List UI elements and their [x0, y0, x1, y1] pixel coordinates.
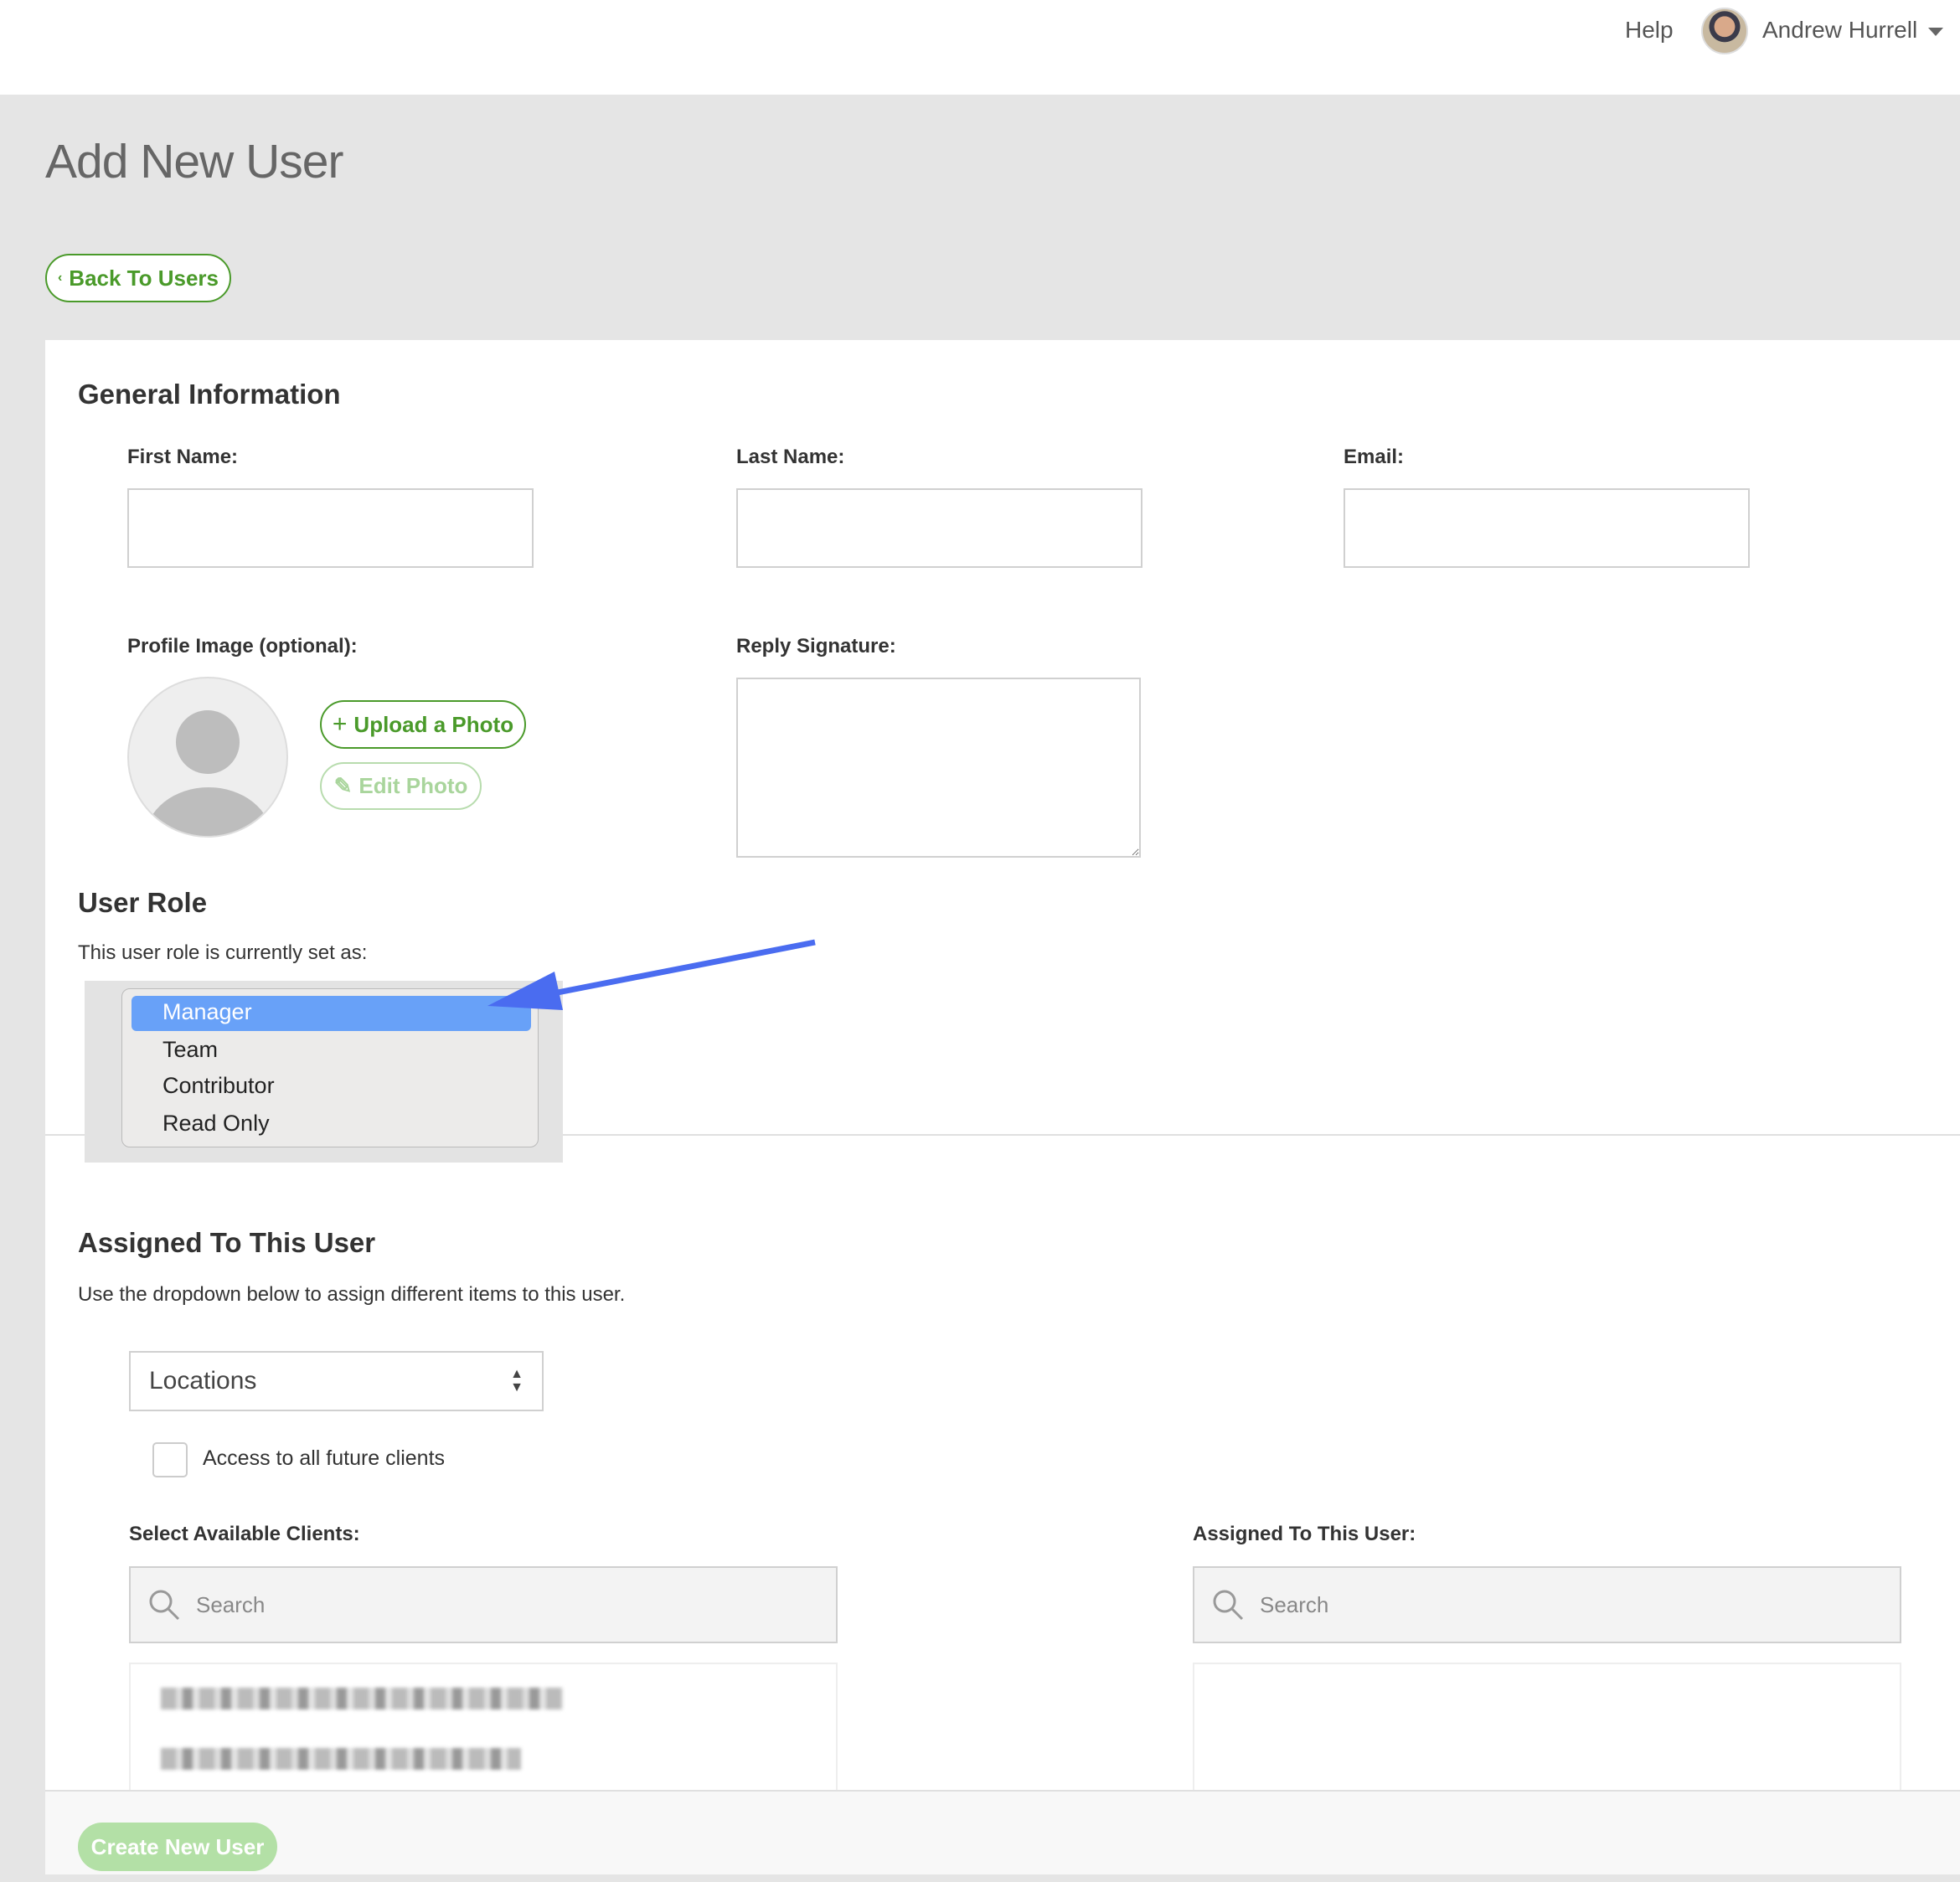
user-role-subtext: This user role is currently set as: [78, 941, 368, 964]
top-bar: Help Andrew Hurrell [0, 0, 1960, 95]
user-role-heading: User Role [78, 887, 208, 918]
general-heading: General Information [78, 379, 341, 410]
assigned-search-input[interactable]: Search [1193, 1566, 1901, 1643]
default-avatar-icon [127, 677, 288, 838]
select-arrows-icon: ▲ ▼ [510, 1367, 524, 1395]
role-option-read-only[interactable]: Read Only [162, 1111, 270, 1137]
email-label: Email: [1344, 446, 1405, 468]
create-user-button[interactable]: Create New User [78, 1823, 277, 1871]
available-clients-list [129, 1663, 838, 1790]
reply-signature-label: Reply Signature: [736, 635, 896, 657]
last-name-input[interactable] [736, 488, 1142, 568]
footer-bar [45, 1790, 1960, 1874]
pencil-icon: ✎ [333, 773, 353, 798]
back-to-users-button[interactable]: ‹ Back To Users [45, 254, 231, 302]
profile-image-label: Profile Image (optional): [127, 635, 358, 657]
role-option-contributor[interactable]: Contributor [162, 1073, 275, 1099]
role-option-manager[interactable]: Manager [162, 999, 252, 1025]
assigned-heading: Assigned To This User [78, 1227, 376, 1258]
edit-photo-button[interactable]: ✎ Edit Photo [320, 762, 482, 810]
last-name-label: Last Name: [736, 446, 845, 468]
assigned-clients-list [1193, 1663, 1901, 1790]
caret-down-icon[interactable] [1928, 28, 1943, 36]
page-title: Add New User [45, 135, 343, 188]
assign-type-select[interactable]: Locations ▲ ▼ [129, 1351, 544, 1411]
reply-signature-textarea[interactable] [736, 678, 1141, 858]
list-item[interactable] [161, 1688, 563, 1709]
email-input[interactable] [1344, 488, 1750, 568]
search-icon [1213, 1590, 1244, 1621]
first-name-label: First Name: [127, 446, 239, 468]
user-name[interactable]: Andrew Hurrell [1762, 17, 1917, 44]
assigned-subtext: Use the dropdown below to assign differe… [78, 1283, 626, 1306]
available-clients-label: Select Available Clients: [129, 1523, 360, 1545]
first-name-input[interactable] [127, 488, 534, 568]
future-clients-label: Access to all future clients [203, 1446, 446, 1470]
help-link[interactable]: Help [1625, 17, 1674, 44]
role-option-team[interactable]: Team [162, 1037, 218, 1063]
chevron-left-icon: ‹ [57, 271, 63, 285]
plus-icon: + [332, 710, 348, 738]
upload-photo-button[interactable]: + Upload a Photo [320, 700, 526, 749]
assigned-clients-label: Assigned To This User: [1193, 1523, 1416, 1545]
search-icon [149, 1590, 180, 1621]
list-item[interactable] [161, 1748, 521, 1770]
future-clients-checkbox[interactable] [152, 1442, 188, 1477]
available-search-input[interactable]: Search [129, 1566, 838, 1643]
user-avatar[interactable] [1701, 8, 1748, 54]
